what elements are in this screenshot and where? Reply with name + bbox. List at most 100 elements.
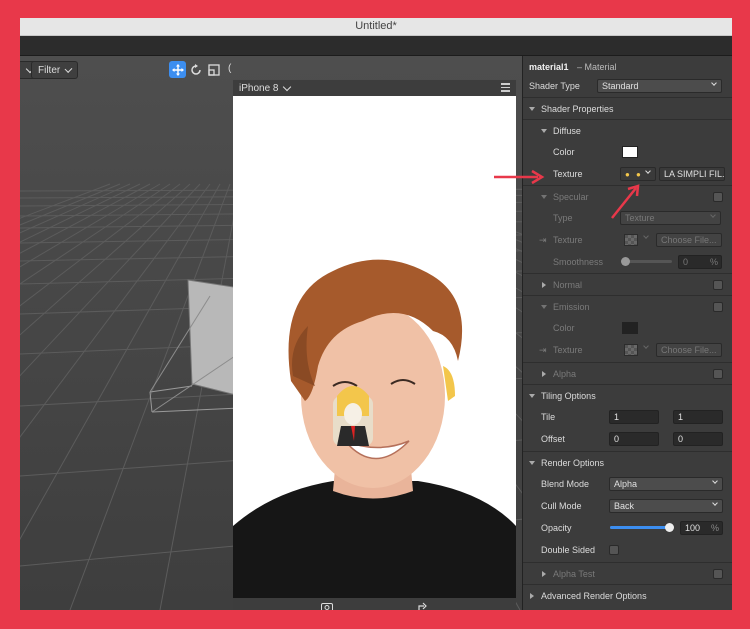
shader-type-select[interactable]: Standard [597,79,722,93]
tile-y-input[interactable]: 1 [673,410,723,424]
smoothness-slider[interactable] [624,260,672,263]
expand-triangle-icon [530,593,534,599]
normal-title: Normal [553,279,583,290]
chevron-down-icon [645,168,651,174]
chevron-down-icon [283,82,292,91]
shader-type-value: Standard [602,81,639,91]
diffuse-texture-label: Texture [553,169,583,179]
offset-y-input[interactable]: 0 [673,432,723,446]
tile-row: Tile 1 1 [523,406,732,428]
device-selector[interactable]: iPhone 8 [233,80,516,96]
advanced-render-options-title: Advanced Render Options [541,590,647,601]
cull-mode-select[interactable]: Back [609,499,723,513]
diffuse-header[interactable]: Diffuse [523,119,732,141]
offset-x-value: 0 [614,434,620,444]
alpha-test-checkbox[interactable] [713,569,723,579]
blend-mode-label: Blend Mode [541,479,590,489]
rotate-device-icon[interactable] [417,602,427,610]
offset-y-value: 0 [678,434,684,444]
collapse-triangle-icon [541,305,547,309]
specular-type-label: Type [553,213,573,223]
blend-mode-row: Blend Mode Alpha [523,473,732,495]
hamburger-menu-icon[interactable] [501,83,510,92]
specular-texture-row: ⇥ Texture Choose File... [523,229,732,251]
emission-choose-file-button[interactable]: Choose File... [656,343,722,357]
opacity-input[interactable]: 100 % [680,521,723,535]
normal-header[interactable]: Normal [523,273,732,295]
diffuse-texture-thumb-select[interactable]: ● ● [620,167,656,181]
move-tool-button[interactable] [169,61,186,78]
emission-checkbox[interactable] [713,302,723,312]
camera-switch-icon[interactable] [321,602,333,610]
specular-header[interactable]: Specular [523,185,732,207]
collapse-triangle-icon [541,195,547,199]
render-options-header[interactable]: Render Options [523,451,732,473]
shader-properties-title: Shader Properties [541,103,614,114]
collapse-triangle-icon [529,461,535,465]
specular-checkbox[interactable] [713,192,723,202]
move-icon [171,63,184,76]
opacity-slider-knob[interactable] [665,523,674,532]
opacity-row: Opacity 100 % [523,517,732,539]
chevron-down-icon [643,233,649,239]
normal-checkbox[interactable] [713,280,723,290]
alpha-checkbox[interactable] [713,369,723,379]
diffuse-title: Diffuse [553,125,581,136]
specular-choose-file-button[interactable]: Choose File... [656,233,722,247]
emission-title: Emission [553,301,590,312]
tiling-options-header[interactable]: Tiling Options [523,384,732,406]
smoothness-input[interactable]: 0 % [678,255,722,269]
diffuse-texture-row: Texture ● ● LA SIMPLI FIL... [523,163,732,185]
specular-texture-thumb[interactable] [624,234,638,246]
diffuse-texture-file-button[interactable]: LA SIMPLI FIL... [659,167,725,181]
shader-type-label: Shader Type [529,81,580,91]
smoothness-row: Smoothness 0 % [523,251,732,273]
smoothness-value: 0 [683,257,689,267]
smoothness-label: Smoothness [553,257,604,267]
smoothness-slider-knob[interactable] [621,257,630,266]
chevron-down-icon [711,80,717,86]
specular-texture-label: Texture [553,235,583,245]
scale-tool-button[interactable] [205,61,222,78]
emission-texture-thumb[interactable] [624,344,638,356]
alpha-header[interactable]: Alpha [523,362,732,384]
opacity-label: Opacity [541,523,572,533]
camera-preview-image [233,259,516,610]
scene-viewport[interactable]: Filter ( iPhone 8 [20,56,522,610]
collapse-triangle-icon [541,129,547,133]
material-type: – Material [577,62,617,72]
device-preview[interactable]: iPhone 8 [233,80,516,610]
filter-label: Filter [38,64,61,76]
blend-mode-value: Alpha [614,479,638,489]
filter-dropdown[interactable]: Filter [31,61,78,79]
blend-mode-select[interactable]: Alpha [609,477,723,491]
emission-color-swatch[interactable] [622,322,638,334]
emission-color-row: Color [523,317,732,339]
link-icon: ⇥ [539,234,547,245]
opacity-unit: % [710,523,719,533]
chevron-down-icon [712,500,718,506]
emission-choose-file-label: Choose File... [661,345,717,355]
specular-choose-file-label: Choose File... [661,235,717,245]
opacity-value: 100 [685,523,701,533]
stray-label: ( [228,63,232,74]
alpha-test-header[interactable]: Alpha Test [523,562,732,584]
opacity-slider-fill [610,526,670,529]
emission-texture-label: Texture [553,345,583,355]
tile-x-value: 1 [614,412,620,422]
emission-header[interactable]: Emission [523,295,732,317]
app-window: Untitled* Filter (iPhone 8 material1 – … [20,18,732,610]
rotate-tool-button[interactable] [187,61,204,78]
expand-triangle-icon [542,571,546,577]
diffuse-color-swatch[interactable] [622,146,638,158]
specular-type-select[interactable]: Texture [620,211,721,225]
offset-x-input[interactable]: 0 [609,432,659,446]
advanced-render-options-header[interactable]: Advanced Render Options [523,584,732,606]
offset-label: Offset [541,434,565,444]
specular-type-row: Type Texture [523,207,732,229]
shader-properties-header[interactable]: Shader Properties [523,97,732,119]
shader-type-row: Shader Type Standard [523,75,732,97]
double-sided-checkbox[interactable] [609,545,619,555]
rotate-icon [190,63,201,75]
tile-x-input[interactable]: 1 [609,410,659,424]
